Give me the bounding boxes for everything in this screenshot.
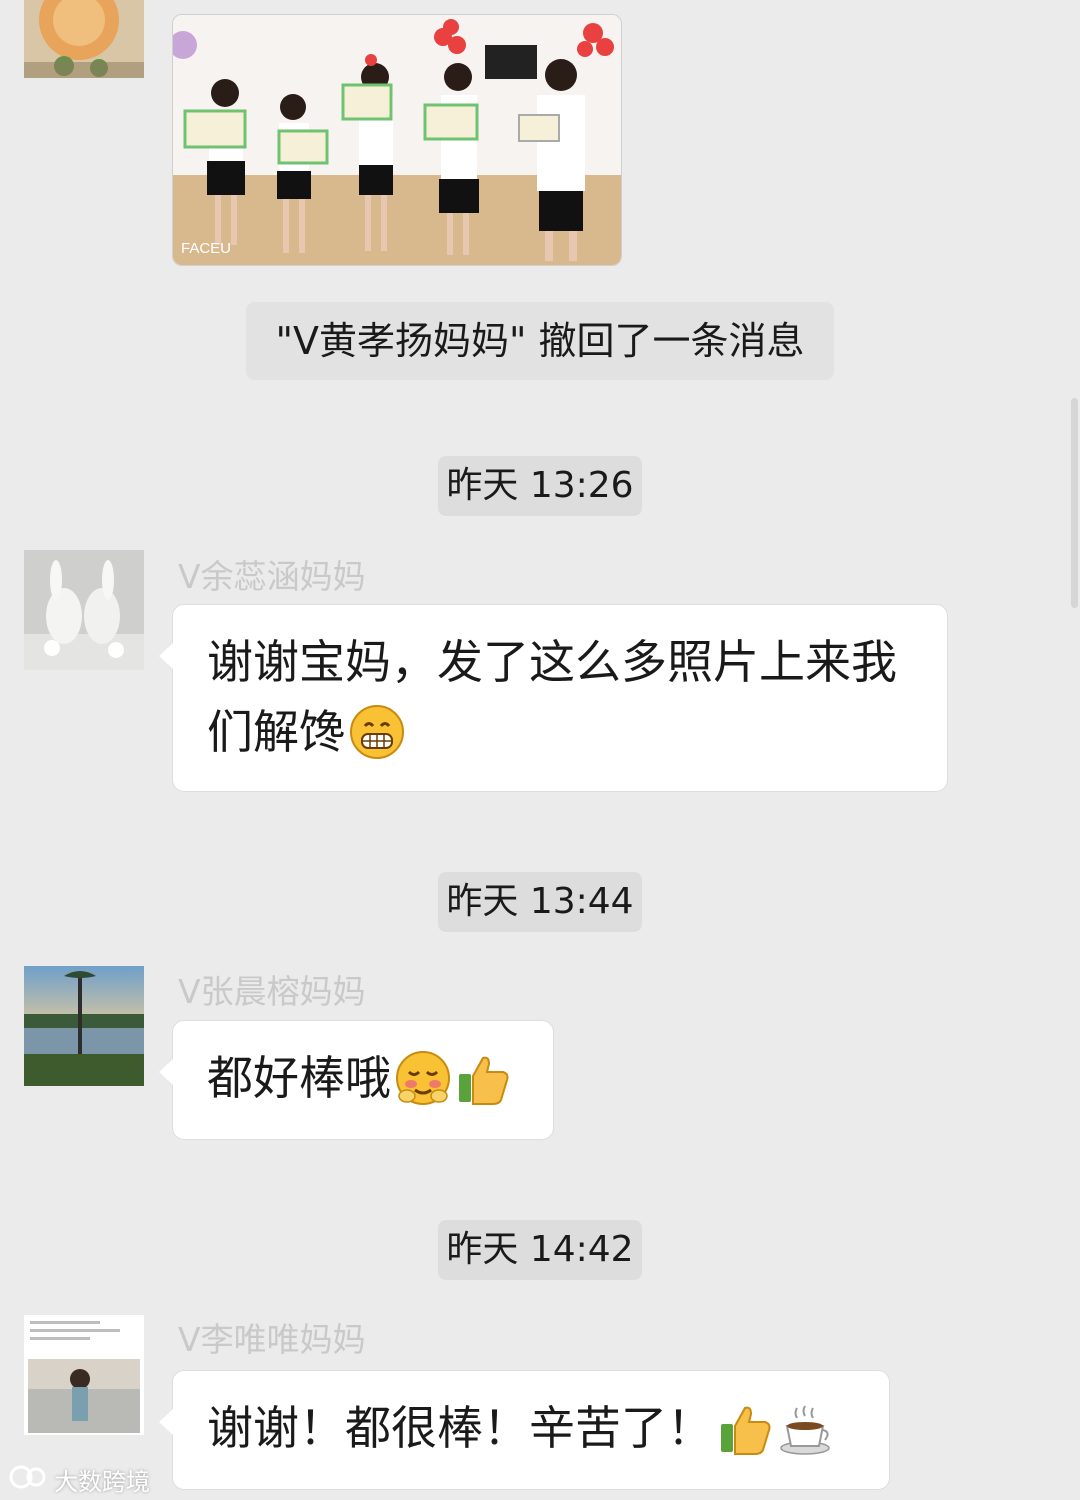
message-text: 谢谢宝妈，发了这么多照片上来我 bbox=[207, 635, 897, 689]
sender-name: V李唯唯妈妈 bbox=[178, 1320, 366, 1359]
watermark-text: 大数跨境 bbox=[54, 1468, 150, 1496]
watermark: 大数跨境 bbox=[8, 1462, 150, 1497]
message-text: 谢谢！都很棒！辛苦了！ bbox=[207, 1401, 713, 1455]
thumbs-up-emoji bbox=[455, 1050, 511, 1106]
recall-notice-text: "V黄孝扬妈妈" 撤回了一条消息 bbox=[275, 319, 805, 363]
watermark-logo-icon bbox=[8, 1464, 48, 1496]
thumbs-up-emoji bbox=[717, 1400, 773, 1456]
message-text: 们解馋 bbox=[207, 705, 345, 759]
coffee-emoji bbox=[777, 1400, 833, 1456]
grin-emoji bbox=[349, 704, 405, 760]
avatar[interactable] bbox=[24, 1315, 144, 1435]
timestamp-text: 昨天 13:26 bbox=[446, 465, 634, 506]
message-text: 都好棒哦 bbox=[207, 1051, 391, 1105]
chat-view[interactable]: FACEU "V黄孝扬妈妈" 撤回了一条消息 昨天 13:26 V余蕊涵妈妈 谢… bbox=[0, 0, 1080, 1500]
shy-emoji bbox=[395, 1050, 451, 1106]
photo-message[interactable]: FACEU bbox=[172, 14, 622, 266]
timestamp: 昨天 13:44 bbox=[438, 872, 642, 932]
avatar[interactable] bbox=[24, 966, 144, 1086]
sender-name: V余蕊涵妈妈 bbox=[178, 557, 366, 596]
photo-caption: FACEU bbox=[181, 240, 231, 257]
avatar[interactable] bbox=[24, 550, 144, 670]
message-bubble[interactable]: 谢谢！都很棒！辛苦了！ bbox=[159, 1370, 890, 1490]
avatar[interactable] bbox=[24, 0, 144, 78]
sender-name: V张晨榕妈妈 bbox=[178, 972, 366, 1011]
message-bubble[interactable]: 谢谢宝妈，发了这么多照片上来我 们解馋 bbox=[159, 604, 948, 792]
timestamp-text: 昨天 13:44 bbox=[446, 881, 634, 922]
scrollbar[interactable] bbox=[1071, 398, 1078, 608]
timestamp-text: 昨天 14:42 bbox=[446, 1229, 634, 1270]
timestamp: 昨天 13:26 bbox=[438, 456, 642, 516]
message-bubble[interactable]: 都好棒哦 bbox=[159, 1020, 554, 1140]
recall-notice: "V黄孝扬妈妈" 撤回了一条消息 bbox=[246, 302, 834, 380]
timestamp: 昨天 14:42 bbox=[438, 1220, 642, 1280]
